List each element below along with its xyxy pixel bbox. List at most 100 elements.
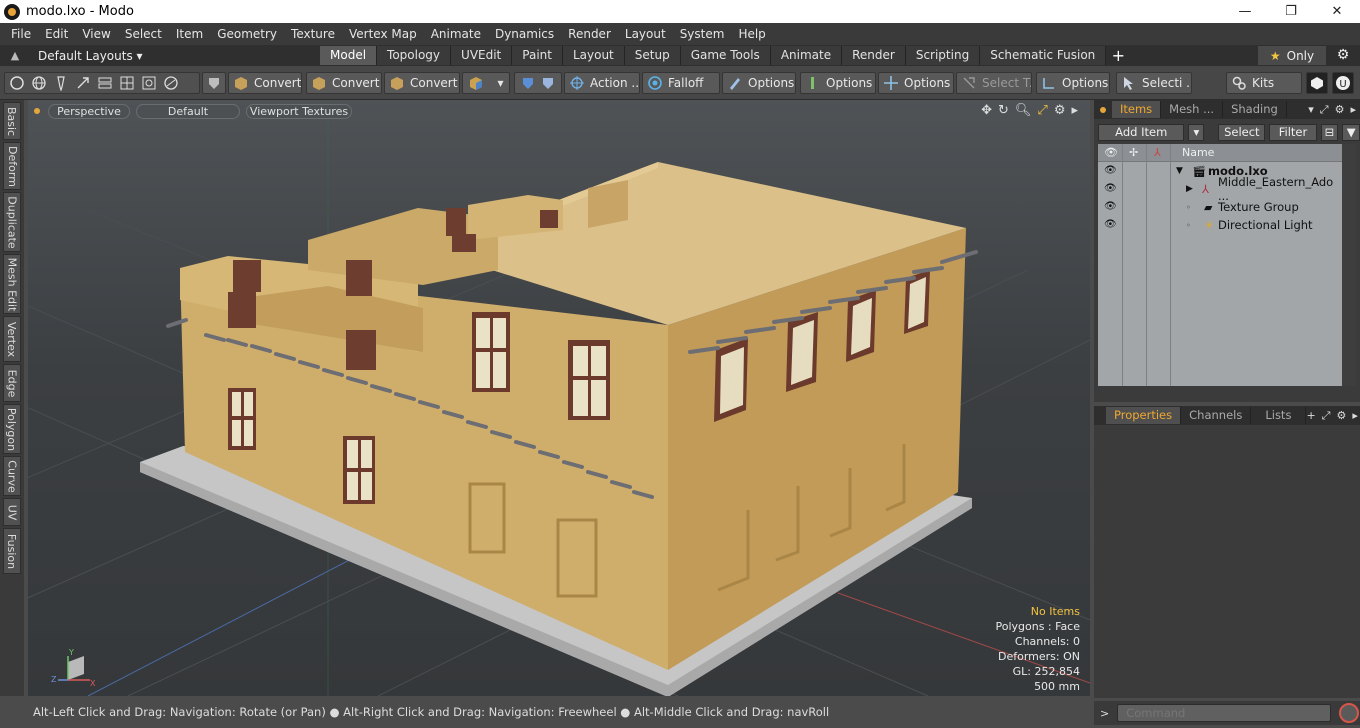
rotate-icon[interactable]: ↻ bbox=[998, 103, 1009, 118]
eye-icon[interactable]: 👁︎ bbox=[1104, 166, 1117, 176]
layout-pin-icon[interactable]: ▲ bbox=[0, 49, 30, 62]
viewport-textures-dropdown[interactable]: Viewport Textures bbox=[246, 103, 352, 119]
panel-arrow-icon[interactable]: ▸ bbox=[1352, 409, 1358, 423]
falloff-button[interactable]: Falloff bbox=[642, 72, 720, 94]
only-toggle[interactable]: ★ Only bbox=[1258, 46, 1326, 65]
maximize-button[interactable]: ❐ bbox=[1268, 0, 1314, 23]
type-column-icon[interactable]: ⅄ bbox=[1154, 146, 1161, 159]
viewport-settings-icon[interactable]: ⚙ bbox=[1054, 103, 1066, 118]
polygon-mode-icon[interactable] bbox=[119, 75, 135, 91]
vtab-fusion[interactable]: Fusion bbox=[3, 528, 21, 574]
view-mode-dropdown[interactable]: Perspective bbox=[48, 103, 130, 119]
tab-lists[interactable]: Lists bbox=[1251, 407, 1307, 424]
vtab-vertex[interactable]: Vertex bbox=[3, 316, 21, 362]
vtab-edge[interactable]: Edge bbox=[3, 364, 21, 402]
eye-icon[interactable]: 👁︎ bbox=[1104, 184, 1117, 194]
unity-icon[interactable] bbox=[1306, 72, 1328, 94]
close-button[interactable]: ✕ bbox=[1314, 0, 1360, 23]
tab-game-tools[interactable]: Game Tools bbox=[680, 46, 771, 65]
record-macro-icon[interactable] bbox=[1339, 703, 1360, 723]
select-button[interactable]: Select bbox=[1218, 123, 1266, 141]
tab-shading[interactable]: Shading bbox=[1223, 101, 1287, 118]
tab-properties[interactable]: Properties bbox=[1106, 407, 1182, 424]
menu-texture[interactable]: Texture bbox=[284, 23, 342, 45]
menu-render[interactable]: Render bbox=[561, 23, 618, 45]
viewport-menu-dot[interactable] bbox=[34, 108, 40, 114]
options-button-3[interactable]: Options bbox=[878, 72, 954, 94]
filter-button[interactable]: Filter bbox=[1269, 123, 1317, 141]
add-item-dropdown[interactable]: ▾ bbox=[1188, 123, 1205, 141]
menu-view[interactable]: View bbox=[75, 23, 117, 45]
expand-arrow-icon[interactable]: ▼ bbox=[1176, 166, 1183, 176]
tab-render[interactable]: Render bbox=[842, 46, 906, 65]
visibility-column-icon[interactable]: 👁︎ bbox=[1104, 146, 1118, 159]
vtab-uv[interactable]: UV bbox=[3, 498, 21, 526]
options-button-4[interactable]: Options bbox=[1036, 72, 1110, 94]
vtab-basic[interactable]: Basic bbox=[3, 102, 21, 140]
lock-column-icon[interactable]: ✢ bbox=[1129, 146, 1138, 159]
snap-icon[interactable] bbox=[520, 75, 536, 91]
select-through-button[interactable]: Select T... bbox=[956, 72, 1032, 94]
panel-dot-icon[interactable] bbox=[1100, 106, 1106, 113]
tab-uvedit[interactable]: UVEdit bbox=[451, 46, 513, 65]
convert-button-1[interactable]: Convert bbox=[228, 72, 302, 94]
expand-arrow-icon[interactable]: ▶ bbox=[1186, 184, 1193, 194]
kits-button[interactable]: Kits bbox=[1226, 72, 1302, 94]
name-column-header[interactable]: Name bbox=[1182, 146, 1214, 159]
menu-help[interactable]: Help bbox=[731, 23, 772, 45]
vtab-duplicate[interactable]: Duplicate bbox=[3, 192, 21, 252]
expand-panel-icon[interactable]: ⤢ bbox=[1320, 103, 1329, 117]
globe-icon[interactable] bbox=[31, 75, 47, 91]
command-input[interactable] bbox=[1117, 704, 1332, 722]
tab-schematic-fusion[interactable]: Schematic Fusion bbox=[980, 46, 1107, 65]
menu-item[interactable]: Item bbox=[169, 23, 210, 45]
add-tab-icon[interactable]: + bbox=[1106, 46, 1130, 65]
material-mode-icon[interactable] bbox=[163, 75, 179, 91]
tree-row-directional-light[interactable]: 👁︎ ◦ ☀︎ Directional Light bbox=[1098, 216, 1342, 234]
fit-icon[interactable]: ⤢ bbox=[1037, 103, 1047, 118]
options-button-2[interactable]: Options bbox=[800, 72, 876, 94]
vtab-mesh-edit[interactable]: Mesh Edit bbox=[3, 254, 21, 314]
eye-icon[interactable]: 👁︎ bbox=[1104, 220, 1117, 230]
tab-paint[interactable]: Paint bbox=[512, 46, 563, 65]
zoom-icon[interactable]: 🔍︎ bbox=[1015, 103, 1032, 118]
3d-viewport[interactable]: Perspective Default Viewport Textures ✥ … bbox=[28, 100, 1090, 696]
tree-row-texture-group[interactable]: 👁︎ ◦ ▰ Texture Group bbox=[1098, 198, 1342, 216]
menu-system[interactable]: System bbox=[673, 23, 732, 45]
vtab-curve[interactable]: Curve bbox=[3, 456, 21, 496]
tab-topology[interactable]: Topology bbox=[377, 46, 452, 65]
tab-mesh[interactable]: Mesh ... bbox=[1161, 101, 1224, 118]
panel-arrow-icon[interactable]: ▸ bbox=[1350, 103, 1356, 117]
item-dropdown[interactable]: ▾ bbox=[462, 72, 510, 94]
vertex-mode-icon[interactable] bbox=[9, 75, 25, 91]
item-mode-icon[interactable] bbox=[141, 75, 157, 91]
tab-layout[interactable]: Layout bbox=[562, 46, 625, 65]
tree-row-mesh[interactable]: 👁︎ ▶ ⅄ Middle_Eastern_Ado ... bbox=[1098, 175, 1342, 203]
shading-style-dropdown[interactable]: Default bbox=[136, 103, 240, 119]
menu-geometry[interactable]: Geometry bbox=[210, 23, 284, 45]
menu-layout[interactable]: Layout bbox=[618, 23, 673, 45]
tab-channels[interactable]: Channels bbox=[1181, 407, 1252, 424]
action-center-button[interactable]: Action ... bbox=[564, 72, 640, 94]
minimize-button[interactable]: — bbox=[1222, 0, 1268, 23]
tab-scripting[interactable]: Scripting bbox=[905, 46, 981, 65]
lasso-icon[interactable] bbox=[75, 75, 91, 91]
tab-items[interactable]: Items bbox=[1112, 101, 1162, 118]
vtab-deform[interactable]: Deform bbox=[3, 142, 21, 190]
menu-vertex-map[interactable]: Vertex Map bbox=[342, 23, 424, 45]
symmetry-icon[interactable] bbox=[540, 75, 556, 91]
eye-icon[interactable]: 👁︎ bbox=[1104, 202, 1117, 212]
edge-mode-icon[interactable] bbox=[97, 75, 113, 91]
funnel-icon[interactable]: ▼ bbox=[1342, 123, 1360, 141]
convert-button-3[interactable]: Convert bbox=[384, 72, 460, 94]
selection-sets-button[interactable]: Selecti ... bbox=[1116, 72, 1192, 94]
panel-settings-icon[interactable]: ⚙ bbox=[1335, 103, 1345, 117]
vtab-polygon[interactable]: Polygon bbox=[3, 404, 21, 454]
pan-icon[interactable]: ✥ bbox=[981, 103, 992, 118]
viewport-arrow-icon[interactable]: ▸ bbox=[1071, 103, 1078, 118]
pen-icon[interactable] bbox=[53, 75, 69, 91]
menu-select[interactable]: Select bbox=[118, 23, 169, 45]
gear-icon[interactable]: ⚙ bbox=[1332, 46, 1354, 65]
tab-model[interactable]: Model bbox=[320, 46, 378, 65]
item-tree-scrollbar[interactable] bbox=[1342, 144, 1356, 386]
